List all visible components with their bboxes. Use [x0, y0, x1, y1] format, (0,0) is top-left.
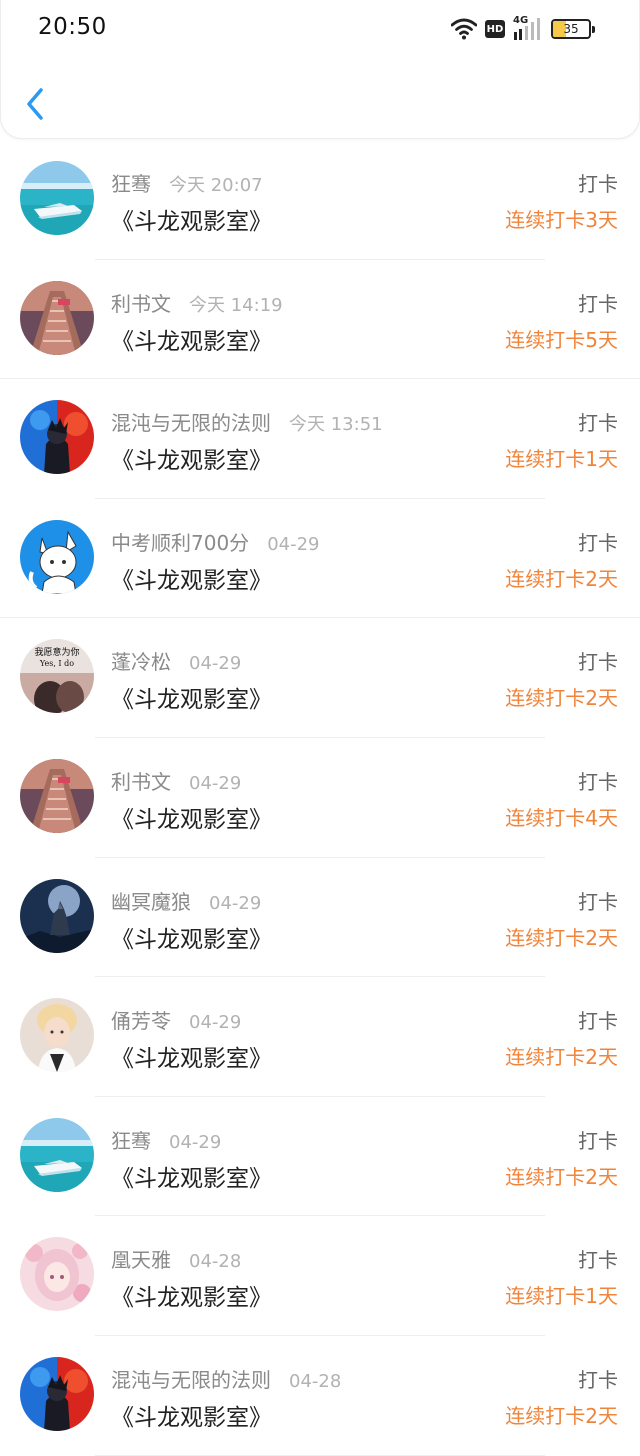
avatar-text-1: 我愿意为你	[34, 646, 79, 658]
top-bar: 20:50 HD 4G 35	[0, 0, 640, 139]
checkin-time: 04-29	[267, 533, 320, 555]
user-name[interactable]: 混沌与无限的法则	[111, 1364, 271, 1393]
streak-label: 连续打卡1天	[505, 447, 618, 472]
user-name[interactable]: 幽冥魔狼	[111, 886, 191, 915]
battery-icon: 35	[551, 19, 595, 39]
wifi-icon	[451, 18, 477, 40]
cellular-signal-icon: 4G	[513, 15, 543, 41]
work-title[interactable]: 《斗龙观影室》	[111, 561, 272, 595]
avatar[interactable]	[20, 1356, 94, 1431]
checkin-time: 04-29	[169, 1131, 222, 1153]
work-title[interactable]: 《斗龙观影室》	[111, 680, 272, 714]
avatar[interactable]	[20, 1237, 94, 1312]
checkin-row[interactable]: 中考顺利700分 04-29 《斗龙观影室》 打卡 连续打卡2天	[0, 499, 640, 619]
status-time: 20:50	[38, 14, 107, 40]
checkin-time: 今天 13:51	[289, 414, 383, 436]
avatar[interactable]: 我愿意为你 Yes, I do	[20, 639, 94, 714]
checkin-row[interactable]: 利书文 今天 14:19 《斗龙观影室》 打卡 连续打卡5天	[0, 260, 640, 380]
checkin-label: 打卡	[578, 530, 618, 555]
streak-label: 连续打卡1天	[505, 1284, 618, 1309]
work-title[interactable]: 《斗龙观影室》	[111, 1159, 272, 1193]
avatar[interactable]	[20, 1117, 94, 1192]
avatar[interactable]	[20, 280, 94, 355]
streak-label: 连续打卡4天	[505, 805, 618, 830]
work-title[interactable]: 《斗龙观影室》	[111, 322, 272, 356]
checkin-time: 04-28	[189, 1251, 242, 1273]
work-title[interactable]: 《斗龙观影室》	[111, 202, 272, 236]
work-title[interactable]: 《斗龙观影室》	[111, 800, 272, 834]
chevron-left-icon	[27, 88, 43, 120]
user-name[interactable]: 中考顺利700分	[111, 527, 249, 556]
avatar[interactable]	[20, 519, 94, 594]
checkin-list: 狂骞 今天 20:07 《斗龙观影室》 打卡 连续打卡3天 利书文 今天 14:…	[0, 140, 640, 1456]
avatar[interactable]	[20, 998, 94, 1073]
checkin-row[interactable]: 我愿意为你 Yes, I do 蓬冷松 04-29 《斗龙观影室》 打卡 连续打…	[0, 618, 640, 738]
status-icons: HD 4G 35	[451, 15, 595, 42]
streak-label: 连续打卡3天	[505, 208, 618, 232]
battery-level: 35	[563, 22, 579, 36]
streak-label: 连续打卡2天	[505, 566, 618, 591]
user-name[interactable]: 利书文	[111, 288, 171, 317]
checkin-row[interactable]: 俑芳苓 04-29 《斗龙观影室》 打卡 连续打卡2天	[0, 977, 640, 1097]
streak-label: 连续打卡2天	[505, 1403, 618, 1428]
checkin-time: 04-29	[189, 653, 242, 675]
back-button[interactable]	[19, 82, 53, 126]
checkin-time: 04-29	[189, 1012, 242, 1034]
avatar[interactable]	[20, 878, 94, 953]
checkin-time: 今天 14:19	[189, 294, 283, 316]
checkin-row[interactable]: 狂骞 今天 20:07 《斗龙观影室》 打卡 连续打卡3天	[0, 140, 640, 260]
checkin-label: 打卡	[578, 769, 618, 794]
user-name[interactable]: 蓬冷松	[111, 646, 171, 675]
checkin-label: 打卡	[578, 889, 618, 914]
user-name[interactable]: 利书文	[111, 766, 171, 795]
checkin-time: 04-29	[209, 892, 262, 914]
streak-label: 连续打卡2天	[505, 1164, 618, 1189]
checkin-row[interactable]: 凰天雅 04-28 《斗龙观影室》 打卡 连续打卡1天	[0, 1216, 640, 1336]
streak-label: 连续打卡2天	[505, 686, 618, 711]
work-title[interactable]: 《斗龙观影室》	[111, 441, 272, 475]
checkin-label: 打卡	[578, 291, 618, 316]
user-name[interactable]: 俑芳苓	[111, 1005, 171, 1034]
streak-label: 连续打卡2天	[505, 1045, 618, 1070]
divider	[95, 1454, 545, 1456]
network-type: 4G	[513, 15, 529, 26]
avatar-text-2: Yes, I do	[39, 659, 74, 668]
work-title[interactable]: 《斗龙观影室》	[111, 920, 272, 954]
checkin-time: 04-29	[189, 772, 242, 794]
checkin-time: 今天 20:07	[169, 175, 263, 196]
checkin-label: 打卡	[578, 172, 618, 196]
hd-badge: HD	[485, 20, 505, 38]
work-title[interactable]: 《斗龙观影室》	[111, 1398, 272, 1432]
avatar[interactable]	[20, 758, 94, 833]
checkin-label: 打卡	[578, 1009, 618, 1034]
user-name[interactable]: 混沌与无限的法则	[111, 407, 271, 436]
work-title[interactable]: 《斗龙观影室》	[111, 1278, 272, 1312]
checkin-label: 打卡	[578, 1128, 618, 1153]
checkin-row[interactable]: 幽冥魔狼 04-29 《斗龙观影室》 打卡 连续打卡2天	[0, 858, 640, 978]
user-name[interactable]: 狂骞	[111, 1125, 151, 1154]
avatar[interactable]	[20, 400, 94, 475]
checkin-label: 打卡	[578, 1248, 618, 1273]
checkin-label: 打卡	[578, 650, 618, 675]
checkin-label: 打卡	[578, 1367, 618, 1392]
avatar[interactable]	[20, 161, 94, 235]
user-name[interactable]: 凰天雅	[111, 1244, 171, 1273]
checkin-label: 打卡	[578, 411, 618, 436]
checkin-row[interactable]: 混沌与无限的法则 今天 13:51 《斗龙观影室》 打卡 连续打卡1天	[0, 379, 640, 499]
checkin-row[interactable]: 利书文 04-29 《斗龙观影室》 打卡 连续打卡4天	[0, 738, 640, 858]
checkin-time: 04-28	[289, 1370, 342, 1392]
streak-label: 连续打卡2天	[505, 925, 618, 950]
work-title[interactable]: 《斗龙观影室》	[111, 1039, 272, 1073]
checkin-row[interactable]: 狂骞 04-29 《斗龙观影室》 打卡 连续打卡2天	[0, 1097, 640, 1217]
checkin-row[interactable]: 混沌与无限的法则 04-28 《斗龙观影室》 打卡 连续打卡2天	[0, 1336, 640, 1456]
user-name[interactable]: 狂骞	[111, 168, 151, 197]
streak-label: 连续打卡5天	[505, 327, 618, 352]
